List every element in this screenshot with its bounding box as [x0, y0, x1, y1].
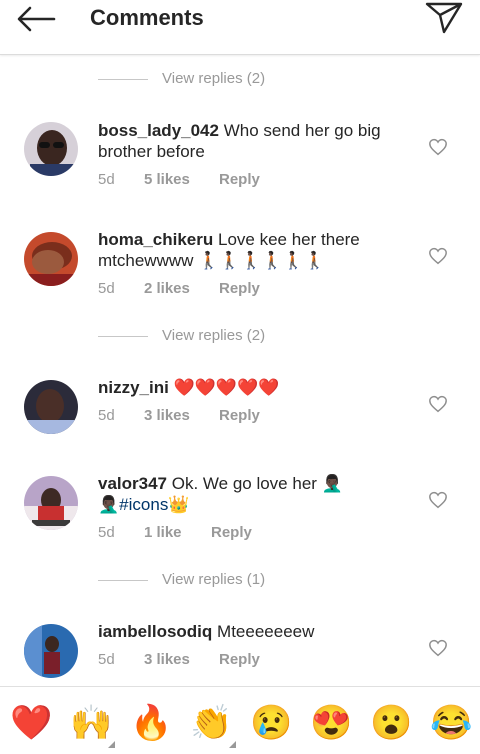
comment-likes[interactable]: 1 like [144, 524, 211, 541]
comment-time: 5d [98, 524, 115, 541]
comment-text: Mteeeeeeew [217, 622, 315, 641]
comment-meta: 5d 2 likes Reply [98, 280, 260, 297]
back-arrow-icon[interactable] [16, 6, 56, 32]
comment-meta: 5d 1 like Reply [98, 524, 252, 541]
comment-text: ❤️❤️❤️❤️❤️ [173, 378, 280, 397]
emoji-heart-button[interactable]: ❤️ [10, 703, 52, 743]
divider [98, 580, 148, 581]
comment-likes[interactable]: 5 likes [144, 171, 219, 188]
view-replies-label: View replies (2) [162, 327, 266, 344]
top-bar: Comments [0, 0, 480, 55]
emoji-fire-button[interactable]: 🔥 [130, 703, 172, 743]
comment-username[interactable]: nizzy_ini [98, 378, 169, 397]
comment-meta: 5d 5 likes Reply [98, 171, 260, 188]
comment-username[interactable]: valor347 [98, 474, 167, 493]
comment-body: iambellosodiq Mteeeeeeew [98, 621, 408, 642]
emoji-crying-button[interactable]: 😢 [250, 703, 292, 743]
comment-username[interactable]: homa_chikeru [98, 230, 213, 249]
avatar[interactable] [24, 476, 78, 530]
comment-time: 5d [98, 171, 115, 188]
comment-text: 🤦🏿‍♂️ [98, 495, 120, 514]
divider [98, 79, 148, 80]
heart-icon[interactable] [428, 138, 448, 156]
comment-likes[interactable]: 3 likes [144, 407, 219, 424]
view-replies-label: View replies (1) [162, 571, 266, 588]
comment-likes[interactable]: 3 likes [144, 651, 219, 668]
avatar[interactable] [24, 380, 78, 434]
comment-time: 5d [98, 280, 115, 297]
comment-body: boss_lady_042 Who send her go big brothe… [98, 120, 408, 162]
comment-text: Ok. We go love her 🤦🏿‍♂️ [171, 474, 343, 493]
hashtag-link[interactable]: #icons [119, 495, 168, 514]
comment-likes[interactable]: 2 likes [144, 280, 219, 297]
comment-body: nizzy_ini ❤️❤️❤️❤️❤️ [98, 377, 408, 398]
skin-tone-indicator [229, 741, 236, 748]
emoji-heart-eyes-button[interactable]: 😍 [310, 703, 352, 743]
reply-button[interactable]: Reply [219, 171, 260, 188]
reply-button[interactable]: Reply [211, 524, 252, 541]
skin-tone-indicator [108, 741, 115, 748]
comment-meta: 5d 3 likes Reply [98, 651, 260, 668]
divider [98, 336, 148, 337]
comment-body: valor347 Ok. We go love her 🤦🏿‍♂️ 🤦🏿‍♂️#… [98, 473, 408, 515]
avatar[interactable] [24, 122, 78, 176]
view-replies-button[interactable]: View replies (2) [98, 70, 398, 90]
crown-emoji: 👑 [168, 495, 190, 514]
send-icon[interactable] [424, 0, 464, 34]
reply-button[interactable]: Reply [219, 407, 260, 424]
reply-button[interactable]: Reply [219, 651, 260, 668]
view-replies-label: View replies (2) [162, 70, 266, 87]
emoji-reaction-bar: ❤️ 🙌 🔥 👏 😢 😍 😮 😂 [0, 686, 480, 754]
emoji-clap-button[interactable]: 👏 [190, 703, 232, 743]
comment-time: 5d [98, 407, 115, 424]
emoji-surprised-button[interactable]: 😮 [370, 703, 412, 743]
avatar[interactable] [24, 624, 78, 678]
comment-username[interactable]: boss_lady_042 [98, 121, 219, 140]
heart-icon[interactable] [428, 491, 448, 509]
view-replies-button[interactable]: View replies (2) [98, 327, 398, 347]
view-replies-button[interactable]: View replies (1) [98, 571, 398, 591]
heart-icon[interactable] [428, 247, 448, 265]
comment-time: 5d [98, 651, 115, 668]
emoji-raised-hands-button[interactable]: 🙌 [70, 703, 112, 743]
comment-body: homa_chikeru Love kee her there mtchewww… [98, 229, 408, 271]
emoji-laughing-button[interactable]: 😂 [430, 703, 472, 743]
avatar[interactable] [24, 232, 78, 286]
comment-meta: 5d 3 likes Reply [98, 407, 260, 424]
reply-button[interactable]: Reply [219, 280, 260, 297]
heart-icon[interactable] [428, 395, 448, 413]
comment-username[interactable]: iambellosodiq [98, 622, 212, 641]
heart-icon[interactable] [428, 639, 448, 657]
page-title: Comments [90, 5, 204, 30]
